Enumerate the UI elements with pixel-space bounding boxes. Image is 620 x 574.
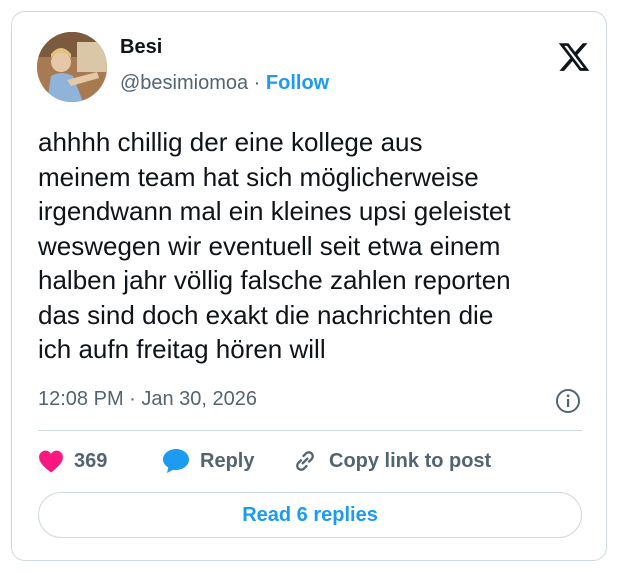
reply-button[interactable]: Reply: [162, 446, 254, 476]
copy-link-label: Copy link to post: [329, 449, 492, 472]
author-handle-row: @besimiomoa · Follow: [120, 72, 329, 95]
separator-dot: ·: [248, 72, 266, 94]
author-handle[interactable]: @besimiomoa: [120, 72, 248, 94]
embedded-post-card: Besi @besimiomoa · Follow ahhhh chillig …: [11, 11, 607, 561]
speech-bubble-icon: [163, 449, 189, 473]
avatar[interactable]: [37, 32, 107, 102]
post-text: ahhhh chillig der eine kollege aus meine…: [38, 127, 511, 364]
x-logo-icon[interactable]: [557, 40, 591, 74]
action-bar: 369 Reply Copy link to post: [38, 446, 582, 476]
info-icon[interactable]: [555, 388, 581, 414]
like-button[interactable]: 369: [38, 446, 107, 476]
author-name[interactable]: Besi: [120, 36, 162, 59]
like-count: 369: [74, 449, 108, 472]
read-replies-button[interactable]: Read 6 replies: [38, 492, 582, 538]
post-timestamp[interactable]: 12:08 PM · Jan 30, 2026: [38, 388, 257, 411]
link-icon: [296, 451, 314, 471]
heart-icon: [39, 450, 63, 473]
copy-link-button[interactable]: Copy link to post: [291, 446, 491, 476]
divider: [38, 430, 582, 431]
follow-button[interactable]: Follow: [266, 72, 329, 94]
reply-label: Reply: [200, 449, 255, 472]
